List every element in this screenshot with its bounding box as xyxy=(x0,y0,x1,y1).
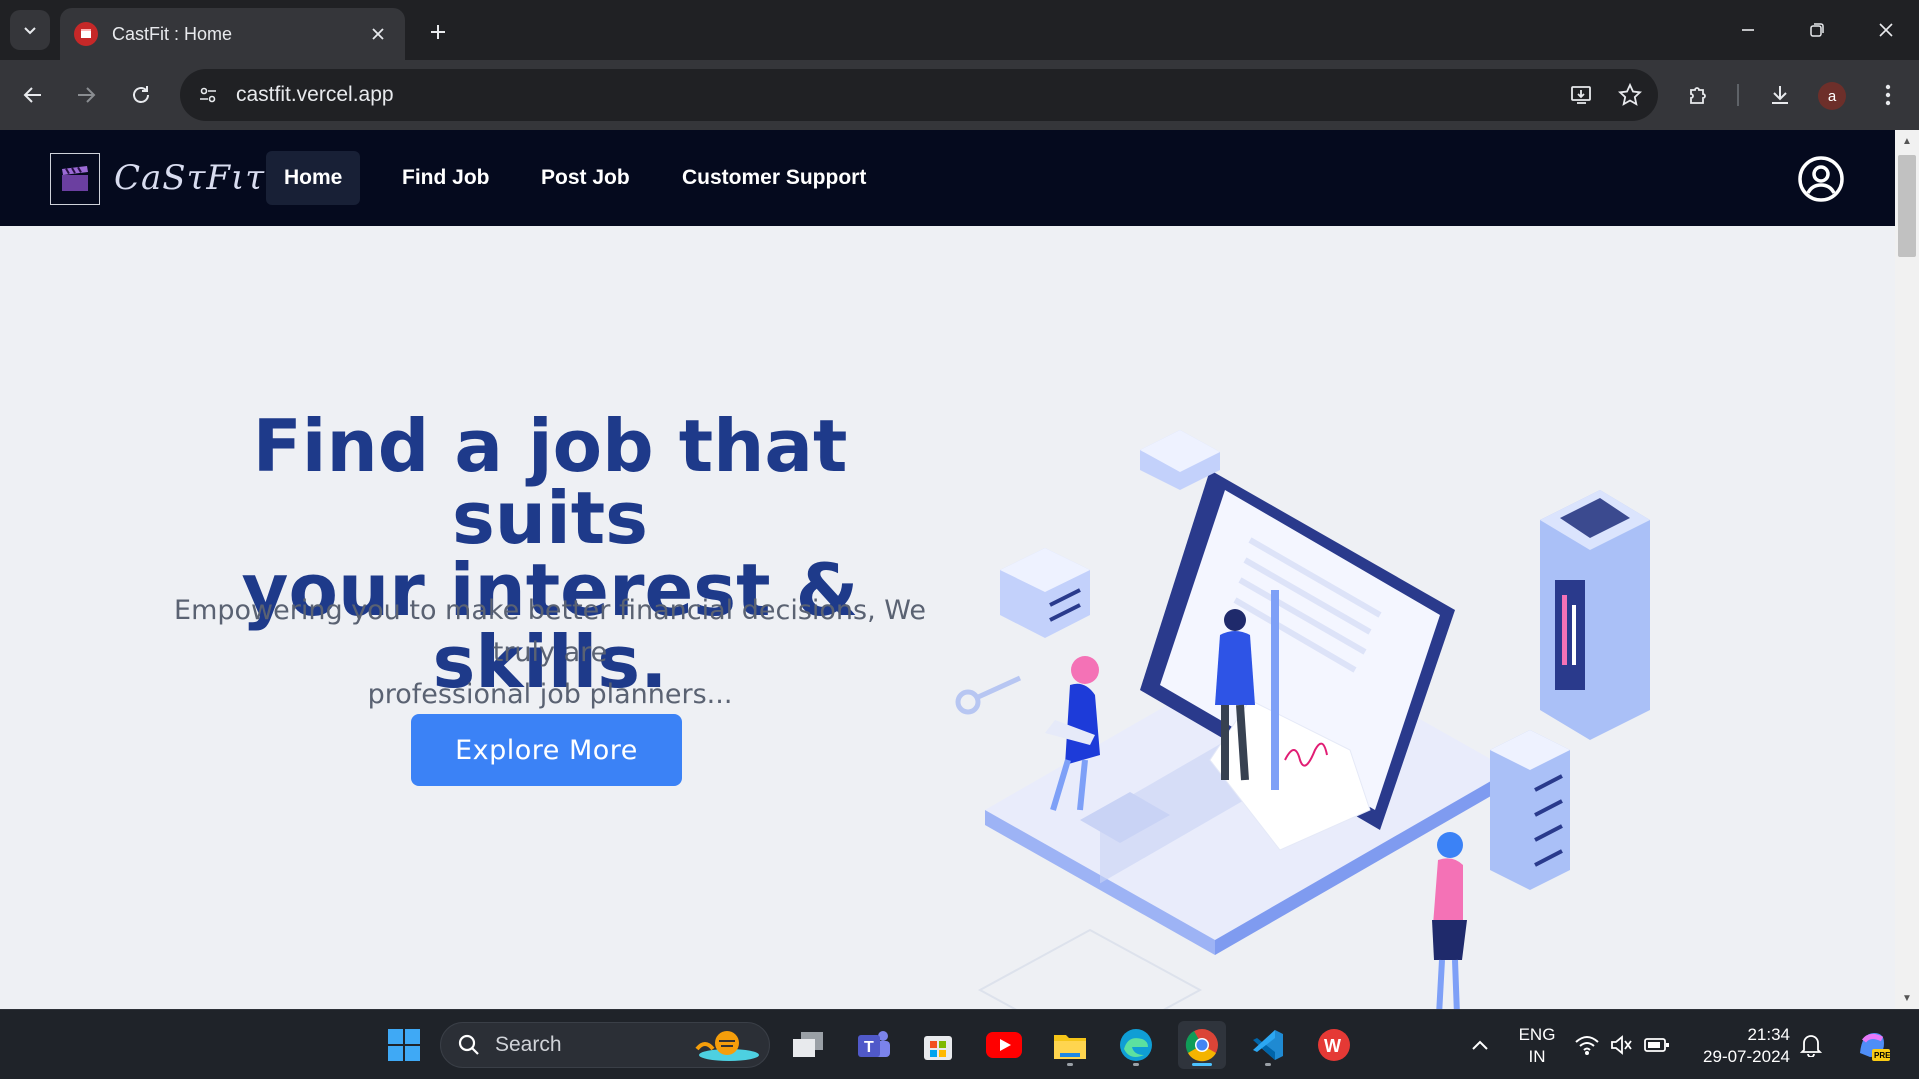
site-info-icon[interactable] xyxy=(188,75,228,115)
page-scrollbar[interactable] xyxy=(1895,130,1919,1009)
tab-search-button[interactable] xyxy=(10,10,50,50)
url-text: castfit.vercel.app xyxy=(236,83,394,106)
language-line1: ENG xyxy=(1518,1025,1556,1044)
clock-time: 21:34 xyxy=(1747,1025,1790,1044)
hero-title-line1: Find a job that suits xyxy=(252,404,848,560)
clapperboard-logo-icon[interactable] xyxy=(50,153,100,205)
new-tab-button[interactable] xyxy=(420,14,456,50)
close-window-button[interactable] xyxy=(1864,10,1908,50)
hero-illustration xyxy=(955,430,1650,1009)
reload-button[interactable] xyxy=(121,75,161,115)
reload-icon xyxy=(133,86,149,103)
speaker-muted-icon xyxy=(1611,1035,1632,1055)
tab-strip: CastFit : Home xyxy=(0,0,1919,60)
tab-title: CastFit : Home xyxy=(112,23,233,44)
clock-date: 29-07-2024 xyxy=(1703,1047,1790,1066)
wifi-icon xyxy=(1575,1036,1599,1055)
show-hidden-icons[interactable] xyxy=(1456,1021,1504,1069)
puzzle-icon xyxy=(1690,87,1706,104)
chrome-menu-button[interactable] xyxy=(1868,75,1908,115)
running-indicator xyxy=(1265,1063,1271,1066)
forward-button[interactable] xyxy=(66,75,106,115)
hero-subtitle-line2: professional job planners... xyxy=(367,679,733,710)
browser-tab[interactable]: CastFit : Home xyxy=(60,8,405,60)
active-indicator xyxy=(1192,1063,1212,1066)
scrollbar-thumb[interactable] xyxy=(1898,155,1916,257)
page-viewport: CaSτFιτ. Home Find Job Post Job Customer… xyxy=(0,130,1895,1009)
search-highlight-icon xyxy=(695,1031,759,1061)
language-line2: IN xyxy=(1528,1047,1546,1066)
youtube-icon[interactable] xyxy=(980,1021,1028,1069)
castfit-favicon xyxy=(74,22,98,46)
microsoft-store-icon[interactable] xyxy=(914,1021,962,1069)
kebab-menu-icon xyxy=(1885,84,1891,106)
bookmark-star-icon[interactable] xyxy=(1610,75,1650,115)
vscode-icon[interactable] xyxy=(1244,1021,1292,1069)
system-tray-status[interactable] xyxy=(1568,1021,1676,1069)
plus-icon xyxy=(431,25,445,39)
scroll-down-icon[interactable]: ▼ xyxy=(1900,991,1914,1005)
minimize-button[interactable] xyxy=(1726,10,1770,50)
restore-button[interactable] xyxy=(1795,10,1839,50)
file-explorer-icon[interactable] xyxy=(1046,1021,1094,1069)
chevron-down-icon xyxy=(24,27,36,35)
language-indicator[interactable]: ENG IN xyxy=(1512,1024,1562,1068)
nav-post-job[interactable]: Post Job xyxy=(523,151,648,205)
back-button[interactable] xyxy=(13,75,53,115)
toolbar-divider xyxy=(1737,84,1739,106)
nav-customer-support[interactable]: Customer Support xyxy=(664,151,884,205)
nav-find-job[interactable]: Find Job xyxy=(384,151,508,205)
scroll-up-icon[interactable]: ▲ xyxy=(1900,134,1914,148)
arrow-left-icon xyxy=(23,87,41,103)
task-view-icon[interactable] xyxy=(784,1021,832,1069)
svg-text:T: T xyxy=(864,1039,874,1056)
clock[interactable]: 21:34 29-07-2024 xyxy=(1696,1024,1790,1068)
nav-home[interactable]: Home xyxy=(266,151,361,205)
search-icon xyxy=(458,1034,479,1055)
user-account-icon[interactable] xyxy=(1797,155,1845,203)
running-indicator xyxy=(1133,1063,1139,1066)
search-label: Search xyxy=(495,1033,562,1056)
edge-icon[interactable] xyxy=(1112,1021,1160,1069)
taskbar-search[interactable]: Search xyxy=(440,1022,770,1068)
notification-bell-icon[interactable] xyxy=(1796,1021,1826,1069)
install-app-icon[interactable] xyxy=(1562,75,1602,115)
running-indicator xyxy=(1067,1063,1073,1066)
explore-more-button[interactable]: Explore More xyxy=(411,714,682,786)
chrome-icon[interactable] xyxy=(1178,1021,1226,1069)
hero-subtitle-line1: Empowering you to make better financial … xyxy=(174,595,926,668)
windows-start-icon[interactable] xyxy=(380,1021,428,1069)
downloads-button[interactable] xyxy=(1760,75,1800,115)
browser-toolbar: castfit.vercel.app a xyxy=(0,60,1919,130)
windows-taskbar: Search T W ENG IN 21:34 29-07-2024 PRE xyxy=(0,1009,1919,1079)
profile-avatar[interactable]: a xyxy=(1818,82,1846,110)
teams-icon[interactable]: T xyxy=(850,1021,898,1069)
svg-text:PRE: PRE xyxy=(1874,1051,1890,1060)
tab-close-icon[interactable] xyxy=(365,21,391,47)
copilot-icon[interactable]: PRE xyxy=(1850,1021,1894,1069)
svg-text:W: W xyxy=(1324,1036,1341,1056)
download-icon xyxy=(1772,86,1788,104)
hero-subtitle: Empowering you to make better financial … xyxy=(150,590,950,716)
arrow-right-icon xyxy=(78,87,96,103)
battery-icon xyxy=(1644,1038,1669,1052)
wps-office-icon[interactable]: W xyxy=(1310,1021,1358,1069)
address-bar[interactable]: castfit.vercel.app xyxy=(180,69,1658,121)
extensions-button[interactable] xyxy=(1679,75,1719,115)
site-logo-text[interactable]: CaSτFιτ. xyxy=(114,158,277,198)
site-navbar: CaSτFιτ. Home Find Job Post Job Customer… xyxy=(0,130,1895,226)
